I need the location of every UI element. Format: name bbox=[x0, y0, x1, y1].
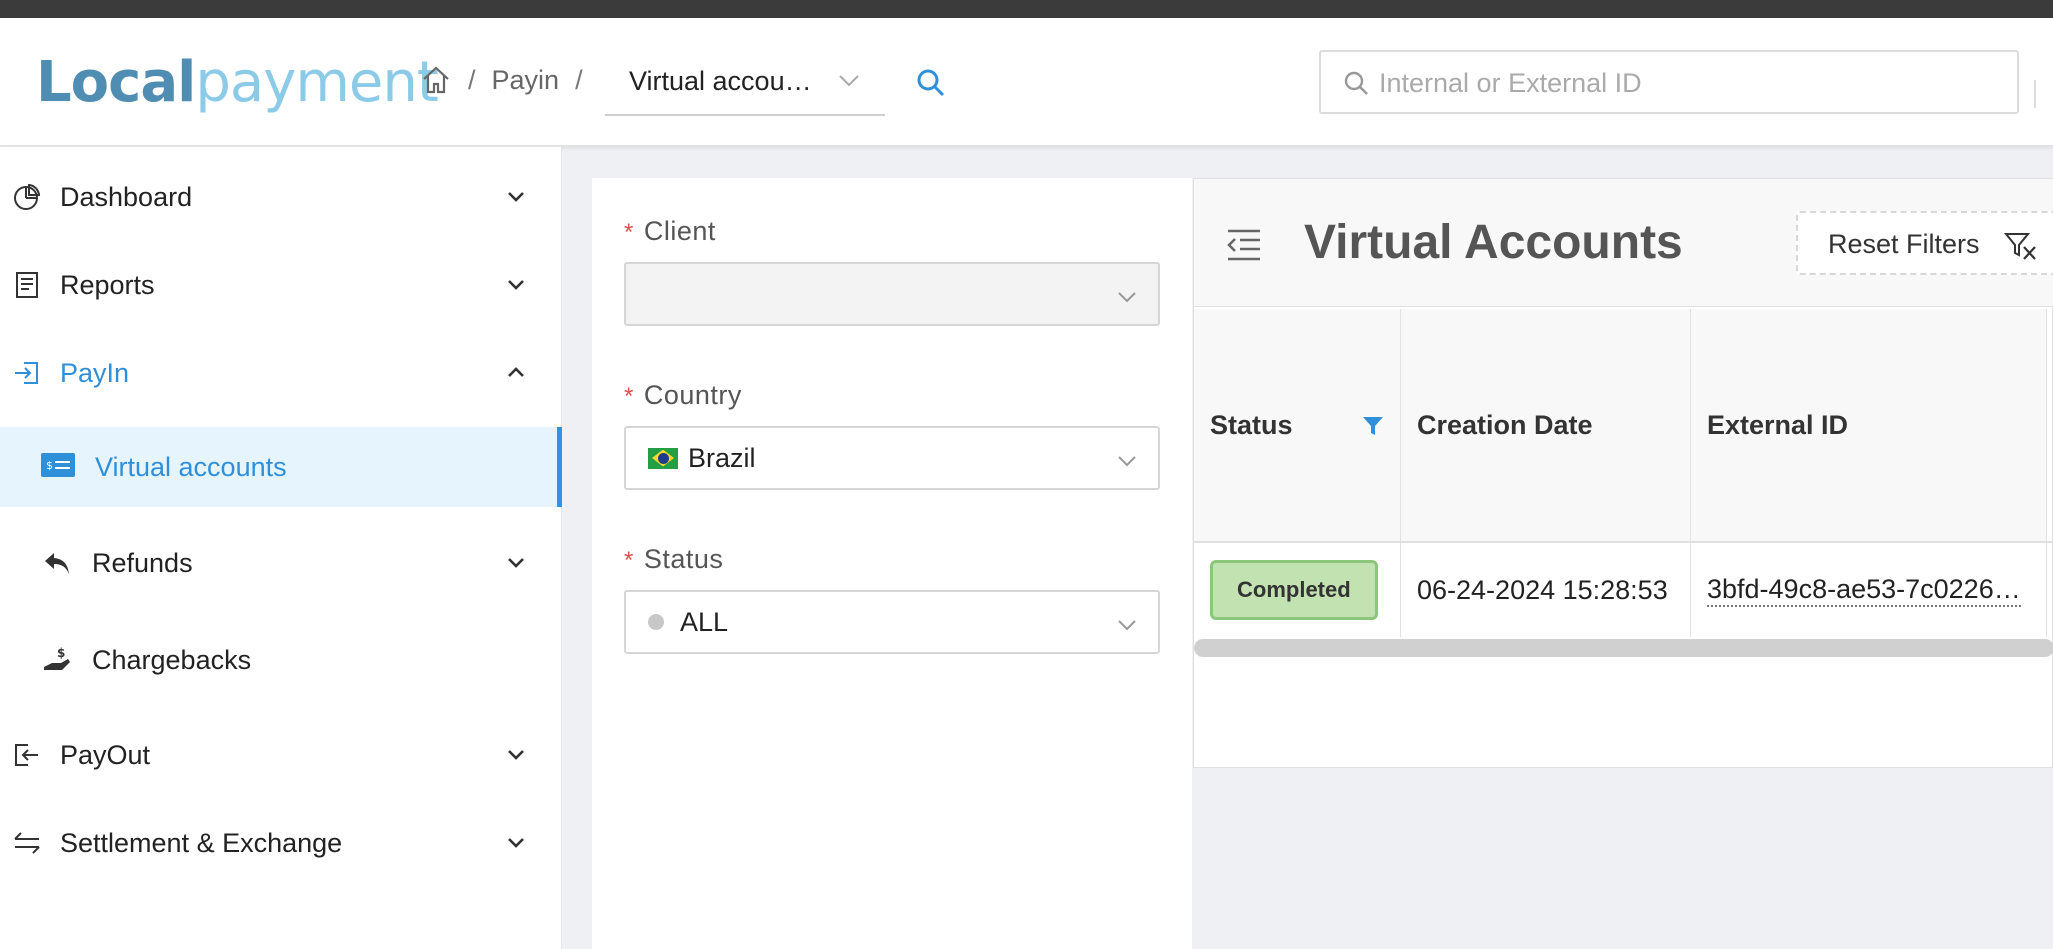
svg-text:$: $ bbox=[57, 646, 65, 660]
table-cell-creation-date: 06-24-2024 15:28:53 bbox=[1401, 543, 1691, 637]
external-id-link[interactable]: 3bfd-49c8-ae53-7c0226… bbox=[1707, 574, 2021, 607]
reset-filters-button[interactable]: Reset Filters bbox=[1796, 211, 2053, 275]
country-select[interactable]: Brazil bbox=[624, 426, 1160, 490]
search-icon bbox=[1344, 71, 1368, 95]
chevron-down-icon bbox=[1116, 448, 1138, 470]
payout-icon bbox=[12, 740, 42, 770]
column-header-external-id[interactable]: External ID bbox=[1691, 309, 2047, 541]
brazil-flag-icon bbox=[648, 447, 678, 469]
page-title: Virtual Accounts bbox=[1304, 216, 1683, 269]
status-value: ALL bbox=[680, 606, 729, 637]
sidebar-item-reports[interactable]: Reports bbox=[0, 245, 562, 325]
sidebar: Dashboard Reports PayIn $ Virtual accoun… bbox=[0, 147, 562, 949]
payin-icon bbox=[12, 358, 42, 388]
sidebar-item-label: PayIn bbox=[60, 357, 130, 388]
status-label: * Status bbox=[624, 544, 724, 574]
svg-text:$: $ bbox=[46, 459, 53, 472]
search-icon[interactable] bbox=[916, 68, 946, 98]
breadcrumb: / Payin / bbox=[420, 64, 599, 96]
sidebar-item-virtual-accounts[interactable]: $ Virtual accounts bbox=[0, 427, 562, 507]
virtual-accounts-panel: Virtual Accounts Reset Filters Status Cr… bbox=[1193, 178, 2053, 768]
sidebar-item-label: Refunds bbox=[92, 547, 193, 578]
sidebar-item-label: Chargebacks bbox=[92, 644, 252, 675]
exchange-icon bbox=[12, 828, 42, 858]
table-cell-external-id[interactable]: 3bfd-49c8-ae53-7c0226… bbox=[1691, 543, 2047, 637]
browser-top-strip bbox=[0, 0, 2053, 18]
sidebar-item-label: Dashboard bbox=[60, 181, 193, 212]
filter-icon[interactable] bbox=[1362, 413, 1384, 444]
panel-header: Virtual Accounts Reset Filters bbox=[1194, 179, 2053, 307]
chevron-down-icon bbox=[505, 271, 527, 293]
sidebar-item-payin[interactable]: PayIn bbox=[0, 333, 562, 413]
chevron-down-icon bbox=[1116, 612, 1138, 634]
chevron-up-icon bbox=[505, 359, 527, 381]
sidebar-item-label: Settlement & Exchange bbox=[60, 827, 343, 858]
filter-panel: * Client * Country Brazil * Status ALL bbox=[592, 178, 1192, 949]
sidebar-item-settlement-exchange[interactable]: Settlement & Exchange bbox=[0, 803, 562, 883]
horizontal-scrollbar[interactable] bbox=[1194, 639, 2053, 657]
status-dot-icon bbox=[648, 614, 664, 630]
collapse-menu-icon[interactable] bbox=[1224, 227, 1264, 263]
chevron-down-icon bbox=[505, 741, 527, 763]
chevron-down-icon bbox=[505, 829, 527, 851]
country-label: * Country bbox=[624, 380, 742, 410]
sidebar-item-label: PayOut bbox=[60, 739, 151, 770]
chevron-down-icon bbox=[505, 183, 527, 205]
header-divider bbox=[2034, 80, 2036, 108]
breadcrumb-separator: / bbox=[468, 64, 476, 95]
country-value: Brazil bbox=[688, 442, 756, 473]
clear-filter-icon bbox=[2004, 233, 2036, 260]
sidebar-item-label: Virtual accounts bbox=[95, 451, 287, 482]
localpayment-logo[interactable]: Localpayment bbox=[36, 50, 439, 115]
client-select[interactable] bbox=[624, 262, 1160, 326]
breadcrumb-page-select[interactable]: Virtual accou… bbox=[605, 60, 885, 116]
table-cell-status: Completed bbox=[1194, 543, 1401, 637]
sidebar-item-chargebacks[interactable]: $ Chargebacks bbox=[0, 620, 562, 700]
refund-icon bbox=[42, 548, 72, 578]
client-label: * Client bbox=[624, 216, 716, 246]
sidebar-item-payout[interactable]: PayOut bbox=[0, 715, 562, 795]
report-icon bbox=[12, 270, 42, 300]
required-mark: * bbox=[624, 547, 634, 574]
search-input[interactable] bbox=[1379, 62, 1979, 104]
chevron-down-icon bbox=[1116, 284, 1138, 306]
required-mark: * bbox=[624, 383, 634, 410]
chevron-down-icon bbox=[837, 68, 861, 99]
reset-filters-label: Reset Filters bbox=[1828, 229, 1980, 259]
id-search-field[interactable] bbox=[1319, 50, 2019, 114]
status-select[interactable]: ALL bbox=[624, 590, 1160, 654]
required-mark: * bbox=[624, 219, 634, 246]
breadcrumb-select-value: Virtual accou… bbox=[629, 66, 812, 96]
column-header-creation-date[interactable]: Creation Date bbox=[1401, 309, 1691, 541]
sidebar-item-label: Reports bbox=[60, 269, 155, 300]
sidebar-item-dashboard[interactable]: Dashboard bbox=[0, 157, 562, 237]
chevron-down-icon bbox=[505, 549, 527, 571]
home-icon[interactable] bbox=[420, 64, 452, 96]
virtual-account-icon: $ bbox=[40, 452, 76, 482]
top-header: Localpayment / Payin / Virtual accou… bbox=[0, 18, 2053, 146]
status-badge: Completed bbox=[1210, 560, 1378, 620]
chargeback-icon: $ bbox=[42, 645, 72, 675]
sidebar-item-refunds[interactable]: Refunds bbox=[0, 523, 562, 603]
pie-chart-icon bbox=[12, 182, 42, 212]
breadcrumb-separator: / bbox=[575, 64, 583, 95]
breadcrumb-payin[interactable]: Payin bbox=[492, 65, 560, 96]
column-header-status[interactable]: Status bbox=[1194, 309, 1401, 541]
